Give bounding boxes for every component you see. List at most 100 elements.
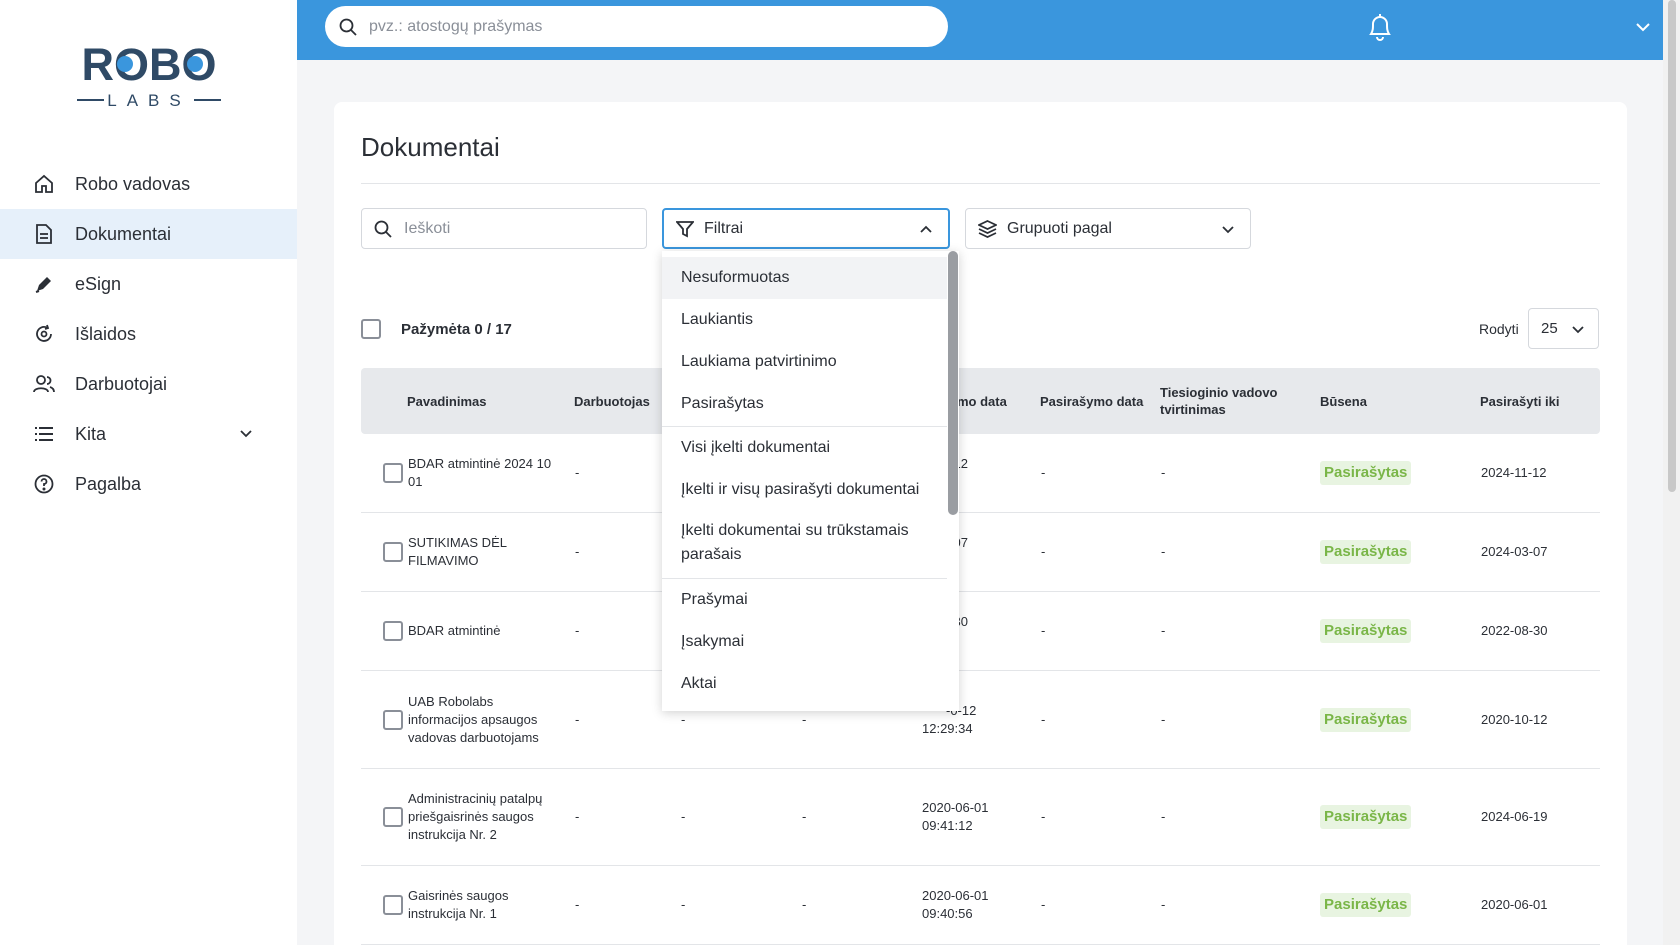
row-manager-approval: -	[1161, 544, 1166, 559]
column-header-manager-approval[interactable]: Tiesioginio vadovo tvirtinimas	[1160, 368, 1280, 434]
row-employee: -	[575, 711, 580, 727]
row-checkbox[interactable]	[383, 895, 403, 915]
row-sign-until: 2020-10-12	[1481, 711, 1548, 727]
row-employee: -	[575, 623, 580, 638]
row-sign-date: -	[1041, 623, 1046, 638]
row-date: 2020-06-01 09:40:56	[922, 866, 989, 944]
group-by-label: Grupuoti pagal	[1007, 219, 1112, 237]
sidebar-item-label: Robo vadovas	[75, 173, 191, 194]
row-name[interactable]: Gaisrinės saugos instrukcija Nr. 1	[408, 866, 518, 944]
row-manager-approval: -	[1161, 465, 1166, 480]
column-header-employee[interactable]: Darbuotojas	[574, 368, 650, 434]
filter-option-aktai[interactable]: Aktai	[662, 663, 947, 705]
filter-option-laukiama-patvirtinimo[interactable]: Laukiama patvirtinimo	[662, 341, 947, 383]
selected-count: Pažymėta 0 / 17	[401, 320, 512, 338]
row-checkbox[interactable]	[383, 542, 403, 562]
column-header-date[interactable]: mo data	[957, 368, 1007, 434]
topbar	[297, 0, 1663, 60]
row-checkbox[interactable]	[383, 709, 403, 730]
help-icon	[33, 473, 55, 495]
page-size-value: 25	[1541, 320, 1558, 337]
table-row[interactable]: BDAR atmintinė - 8-307 - - Pasirašytas 2…	[361, 592, 1600, 671]
sidebar-item-kita[interactable]: Kita	[0, 409, 297, 459]
row-sign-until: 2020-06-01	[1481, 897, 1548, 912]
table-row[interactable]: BDAR atmintinė 2024 10 01 - 1-121 - - Pa…	[361, 434, 1600, 513]
column-header-status[interactable]: Būsena	[1320, 368, 1367, 434]
row-checkbox[interactable]	[383, 807, 403, 827]
filter-option-ikelti-pasirasyti[interactable]: Įkelti ir visų pasirašyti dokumentai	[662, 469, 947, 511]
select-all-checkbox[interactable]	[361, 319, 381, 339]
filter-option-nesuformuotas[interactable]: Nesuformuotas	[662, 257, 947, 299]
row-date: 2020-06-01 09:41:12	[922, 769, 989, 865]
home-icon	[33, 173, 55, 195]
row-name[interactable]: UAB Robolabs informacijos apsaugos vadov…	[408, 671, 558, 768]
row-sign-date: -	[1041, 897, 1046, 912]
sidebar-item-label: Išlaidos	[75, 323, 137, 344]
filter-option-laukiantis[interactable]: Laukiantis	[662, 299, 947, 341]
group-by-select[interactable]: Grupuoti pagal	[965, 208, 1251, 249]
filter-dropdown-scrollbar[interactable]	[947, 251, 959, 711]
filter-option-ikelti-trukstamais[interactable]: Įkelti dokumentai su trūkstamais parašai…	[662, 513, 932, 573]
sidebar-item-islaidos[interactable]: Išlaidos	[0, 309, 297, 359]
filter-dropdown: Nesuformuotas Laukiantis Laukiama patvir…	[662, 251, 959, 711]
column-header-sign-date[interactable]: Pasirašymo data	[1040, 368, 1143, 434]
sidebar: ROBO LABS Robo vadovas Dokumentai eSign	[0, 0, 297, 945]
row-manager-approval: -	[1161, 623, 1166, 638]
filter-option-visi-ikelti[interactable]: Visi įkelti dokumentai	[662, 427, 947, 469]
sidebar-item-esign[interactable]: eSign	[0, 259, 297, 309]
sidebar-item-pagalba[interactable]: Pagalba	[0, 459, 297, 509]
row-col4: -	[802, 809, 807, 824]
page-size-label: Rodyti	[1479, 321, 1519, 337]
row-name[interactable]: BDAR atmintinė 2024 10 01	[408, 434, 558, 512]
table-row[interactable]: UAB Robolabs informacijos apsaugos vadov…	[361, 671, 1600, 769]
row-name[interactable]: BDAR atmintinė	[408, 592, 558, 670]
row-date-day: 2020-06-01	[922, 888, 989, 903]
bell-icon[interactable]	[1366, 12, 1394, 42]
filter-option-isakymai[interactable]: Įsakymai	[662, 621, 947, 663]
table-row[interactable]: SUTIKIMAS DĖL FILMAVIMO - 3-079 - - Pasi…	[361, 513, 1600, 592]
title-divider	[361, 183, 1600, 184]
filter-label: Filtrai	[704, 219, 744, 237]
row-name[interactable]: Administracinių patalpų priešgaisrinės s…	[408, 769, 558, 865]
status-badge: Pasirašytas	[1320, 461, 1412, 485]
chevron-down-icon[interactable]	[238, 425, 254, 441]
column-header-name[interactable]: Pavadinimas	[407, 368, 487, 434]
svg-text:LABS: LABS	[107, 91, 190, 110]
robolabs-logo[interactable]: ROBO LABS	[74, 38, 224, 114]
sidebar-item-label: Pagalba	[75, 473, 142, 494]
row-col3: -	[681, 897, 686, 912]
row-sign-date: -	[1041, 711, 1046, 727]
row-checkbox[interactable]	[383, 463, 403, 483]
sidebar-item-label: Dokumentai	[75, 223, 172, 244]
sidebar-item-dokumentai[interactable]: Dokumentai	[0, 209, 297, 259]
page-size-select[interactable]: 25	[1528, 308, 1599, 349]
row-checkbox[interactable]	[383, 621, 403, 641]
sidebar-item-robo-vadovas[interactable]: Robo vadovas	[0, 159, 297, 209]
row-sign-date: -	[1041, 544, 1046, 559]
row-sign-until: 2022-08-30	[1481, 623, 1548, 638]
column-header-sign-until[interactable]: Pasirašyti iki	[1480, 368, 1560, 434]
row-date-time: 12:29:34	[922, 720, 973, 736]
row-sign-until: 2024-03-07	[1481, 544, 1548, 559]
filter-option-prasymai[interactable]: Prašymai	[662, 579, 947, 621]
page-scrollbar-thumb[interactable]	[1668, 0, 1676, 492]
coin-refresh-icon	[33, 323, 55, 345]
chevron-up-icon	[920, 225, 932, 233]
row-name[interactable]: SUTIKIMAS DĖL FILMAVIMO	[408, 513, 528, 591]
filter-dropdown-scrollbar-thumb[interactable]	[948, 251, 958, 515]
documents-card: Dokumentai Filtrai Grupuoti pagal Pažymė…	[334, 102, 1627, 945]
page-scrollbar[interactable]	[1663, 0, 1680, 945]
global-search-input[interactable]	[369, 17, 929, 36]
row-manager-approval: -	[1161, 809, 1166, 824]
filter-select[interactable]: Filtrai	[662, 208, 950, 249]
row-date-time: 09:41:12	[922, 818, 973, 833]
sidebar-item-darbuotojai[interactable]: Darbuotojai	[0, 359, 297, 409]
status-badge: Pasirašytas	[1320, 540, 1412, 564]
filter-option-pasirasytas[interactable]: Pasirašytas	[662, 383, 947, 425]
account-menu-chevron-icon[interactable]	[1634, 18, 1652, 36]
row-employee: -	[575, 544, 580, 559]
list-icon	[33, 423, 55, 445]
documents-search-input[interactable]	[404, 219, 624, 238]
table-row[interactable]: Administracinių patalpų priešgaisrinės s…	[361, 769, 1600, 866]
table-row[interactable]: Gaisrinės saugos instrukcija Nr. 1 - - -…	[361, 866, 1600, 945]
